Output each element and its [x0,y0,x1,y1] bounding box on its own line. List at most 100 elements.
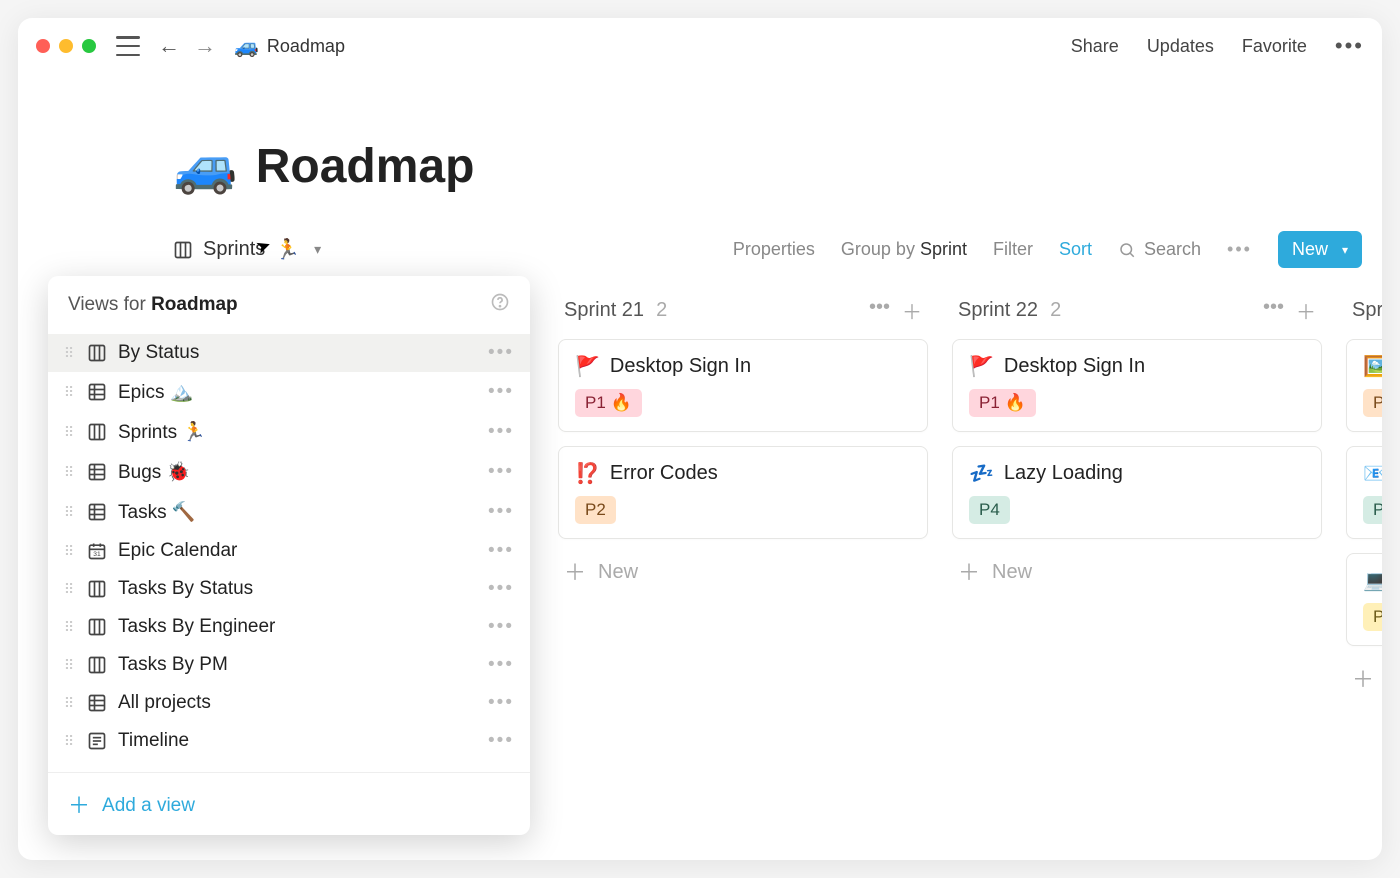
add-card-button[interactable]: ＋ N [1346,660,1382,699]
board-column: Spri ••• ＋ 🖼️ P2 📧 P4 💻 [1346,296,1382,699]
updates-button[interactable]: Updates [1147,36,1214,57]
plus-icon: ＋ [564,562,586,584]
forward-button[interactable]: → [194,35,216,57]
board-card[interactable]: 🚩 Desktop Sign In P1 🔥 [952,339,1322,432]
board-card[interactable]: 💻 P3 [1346,553,1382,646]
view-selector[interactable]: Sprints 🏃 ▾ [173,237,321,262]
view-toolbar-row: Sprints 🏃 ▾ ➤ Properties Group by Sprint… [18,197,1382,280]
board-icon [86,343,108,363]
view-option[interactable]: ⠿Tasks By Engineer••• [48,608,530,646]
views-list: ⠿By Status•••⠿Epics 🏔️•••⠿Sprints 🏃•••⠿B… [48,332,530,766]
help-icon[interactable] [490,292,510,318]
board-card[interactable]: 📧 P4 [1346,446,1382,539]
view-option-more-icon[interactable]: ••• [488,692,514,714]
column-more-icon[interactable]: ••• [869,296,890,325]
favorite-button[interactable]: Favorite [1242,36,1307,57]
board-icon [173,240,193,260]
toolbar-more-icon[interactable]: ••• [1227,239,1252,260]
card-title: Lazy Loading [1004,462,1123,485]
group-by-button[interactable]: Group by Sprint [841,239,967,260]
priority-badge: P1 🔥 [969,389,1036,417]
filter-button[interactable]: Filter [993,239,1033,260]
drag-handle-icon[interactable]: ⠿ [62,695,76,712]
view-option[interactable]: ⠿ Epics 🏔️ ••• [48,372,530,412]
board-card[interactable]: ⁉️ Error Codes P2 [558,446,928,539]
menu-icon[interactable] [116,36,140,56]
drag-handle-icon[interactable]: ⠿ [62,733,76,750]
view-option-label: All projects [118,692,211,714]
view-option[interactable]: ⠿By Status••• [48,334,530,372]
page-title[interactable]: Roadmap [256,139,475,194]
column-tools: ••• ＋ [869,296,922,325]
column-name[interactable]: Sprint 22 [958,299,1038,322]
view-option-more-icon[interactable]: ••• [488,381,514,403]
drag-handle-icon[interactable]: ⠿ [62,464,76,481]
column-name[interactable]: Sprint 21 [564,299,644,322]
add-card-button[interactable]: ＋ New [952,553,1322,592]
new-button[interactable]: New ▾ [1278,231,1362,268]
views-dropdown-header: Views for Roadmap [48,276,530,332]
drag-handle-icon[interactable]: ⠿ [62,504,76,521]
drag-handle-icon[interactable]: ⠿ [62,384,76,401]
card-title: Desktop Sign In [610,355,751,378]
view-option-more-icon[interactable]: ••• [488,421,514,443]
view-option[interactable]: ⠿Tasks 🔨••• [48,492,530,532]
view-option[interactable]: ⠿Sprints 🏃••• [48,412,530,452]
drag-handle-icon[interactable]: ⠿ [62,424,76,441]
column-add-icon[interactable]: ＋ [1296,296,1316,325]
close-window-button[interactable] [36,39,50,53]
card-title-row: 🚩 Desktop Sign In [969,354,1305,379]
card-title-row: 💤 Lazy Loading [969,461,1305,486]
board-card[interactable]: 💤 Lazy Loading P4 [952,446,1322,539]
view-option-more-icon[interactable]: ••• [488,501,514,523]
column-count: 2 [1050,299,1061,322]
priority-badge: P3 [1363,603,1382,631]
minimize-window-button[interactable] [59,39,73,53]
board-card[interactable]: 🚩 Desktop Sign In P1 🔥 [558,339,928,432]
column-more-icon[interactable]: ••• [1263,296,1284,325]
back-button[interactable]: ← [158,35,180,57]
share-button[interactable]: Share [1071,36,1119,57]
view-option-more-icon[interactable]: ••• [488,730,514,752]
add-view-button[interactable]: ＋ Add a view [48,779,530,835]
view-option-more-icon[interactable]: ••• [488,342,514,364]
view-option-more-icon[interactable]: ••• [488,540,514,562]
column-name[interactable]: Spri [1352,299,1382,322]
view-option-label: Epics 🏔️ [118,380,193,404]
search-button[interactable]: Search [1118,239,1201,260]
view-selector-emoji: 🏃 [275,237,300,262]
view-option-more-icon[interactable]: ••• [488,461,514,483]
view-option[interactable]: ⠿Bugs 🐞••• [48,452,530,492]
view-option[interactable]: ⠿Tasks By Status••• [48,570,530,608]
board-column: Sprint 22 2 ••• ＋ 🚩 Desktop Sign In P1 🔥… [952,296,1322,699]
sort-button[interactable]: Sort [1059,239,1092,260]
view-option-more-icon[interactable]: ••• [488,578,514,600]
view-option-more-icon[interactable]: ••• [488,616,514,638]
view-option[interactable]: ⠿ Timeline ••• [48,722,530,760]
drag-handle-icon[interactable]: ⠿ [62,657,76,674]
maximize-window-button[interactable] [82,39,96,53]
properties-button[interactable]: Properties [733,239,815,260]
drag-handle-icon[interactable]: ⠿ [62,581,76,598]
priority-badge: P2 [575,496,616,524]
table-icon [86,693,108,713]
drag-handle-icon[interactable]: ⠿ [62,543,76,560]
view-option[interactable]: ⠿31Epic Calendar••• [48,532,530,570]
drag-handle-icon[interactable]: ⠿ [62,345,76,362]
view-option[interactable]: ⠿Tasks By PM••• [48,646,530,684]
column-add-icon[interactable]: ＋ [902,296,922,325]
view-option-label: Timeline [118,730,189,752]
column-tools: ••• ＋ [1263,296,1316,325]
page-icon[interactable]: 🚙 [173,136,238,197]
breadcrumb[interactable]: 🚙 Roadmap [234,34,345,59]
view-option-more-icon[interactable]: ••• [488,654,514,676]
view-option[interactable]: ⠿ All projects ••• [48,684,530,722]
drag-handle-icon[interactable]: ⠿ [62,619,76,636]
column-header: Sprint 22 2 ••• ＋ [952,296,1322,339]
search-icon [1118,241,1136,259]
add-card-button[interactable]: ＋ New [558,553,928,592]
more-menu-icon[interactable]: ••• [1335,33,1364,59]
plus-icon: ＋ [958,562,980,584]
breadcrumb-title: Roadmap [267,36,345,57]
board-card[interactable]: 🖼️ P2 [1346,339,1382,432]
